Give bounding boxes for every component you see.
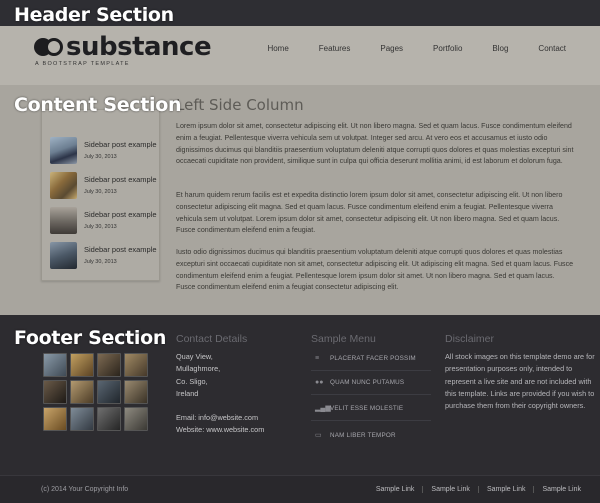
sidebar-post-title[interactable]: Sidebar post example bbox=[84, 245, 157, 254]
sidebar-post-title[interactable]: Sidebar post example bbox=[84, 175, 157, 184]
menu-item-label[interactable]: QUAM NUNC PUTAMUS bbox=[330, 379, 404, 386]
footer-section-label: Footer Section bbox=[14, 327, 167, 349]
gallery-thumbnail[interactable] bbox=[43, 407, 67, 431]
copyright-text: (c) 2014 Your Copyright Info bbox=[41, 486, 129, 493]
sidebar-post-title[interactable]: Sidebar post example bbox=[84, 140, 157, 149]
gallery-thumbnail[interactable] bbox=[97, 407, 121, 431]
footer-link[interactable]: Sample Link bbox=[477, 486, 534, 493]
menu-item[interactable]: ●● QUAM NUNC PUTAMUS bbox=[311, 374, 431, 395]
sidebar-post-thumbnail[interactable] bbox=[50, 207, 77, 234]
contact-email[interactable]: Email: info@website.com bbox=[176, 412, 264, 424]
sidebar-post-thumbnail[interactable] bbox=[50, 172, 77, 199]
sidebar-post-date: July 30, 2013 bbox=[84, 154, 117, 160]
gallery-thumbnail[interactable] bbox=[124, 353, 148, 377]
gallery-thumbnail[interactable] bbox=[70, 407, 94, 431]
nav-features[interactable]: Features bbox=[319, 44, 351, 53]
gallery-thumbnail[interactable] bbox=[70, 380, 94, 404]
sidebar-post[interactable]: Sidebar post example July 30, 2013 bbox=[50, 207, 160, 237]
sidebar: Sidebar post example July 30, 2013 Sideb… bbox=[41, 109, 160, 281]
nav-blog[interactable]: Blog bbox=[492, 44, 508, 53]
footer-link[interactable]: Sample Link bbox=[422, 486, 478, 493]
sidebar-post-thumbnail[interactable] bbox=[50, 242, 77, 269]
content-paragraph: Lorem ipsum dolor sit amet, consectetur … bbox=[176, 122, 574, 166]
sidebar-post[interactable]: Sidebar post example July 30, 2013 bbox=[50, 242, 160, 272]
sample-menu-heading: Sample Menu bbox=[311, 333, 376, 345]
footer-links: Sample Link Sample Link Sample Link Samp… bbox=[368, 486, 589, 493]
main-nav: Home Features Pages Portfolio Blog Conta… bbox=[267, 44, 566, 53]
nav-contact[interactable]: Contact bbox=[538, 44, 566, 53]
gallery-thumbnail[interactable] bbox=[70, 353, 94, 377]
menu-item[interactable]: ▭ NAM LIBER TEMPOR bbox=[311, 427, 431, 448]
menu-item[interactable]: ≡ PLACERAT FACER POSSIM bbox=[311, 350, 431, 371]
address-line: Ireland bbox=[176, 388, 199, 398]
content-section: Sidebar post example July 30, 2013 Sideb… bbox=[0, 85, 600, 315]
sidebar-post[interactable]: Sidebar post example July 30, 2013 bbox=[50, 172, 160, 202]
disclaimer-text: All stock images on this template demo a… bbox=[445, 352, 595, 411]
nav-pages[interactable]: Pages bbox=[380, 44, 403, 53]
logo-text: substance bbox=[66, 32, 212, 62]
content-paragraph: Iusto odio dignissimos ducimus qui bland… bbox=[176, 248, 574, 292]
page: substance A BOOTSTRAP TEMPLATE Home Feat… bbox=[0, 0, 600, 503]
menu-item[interactable]: ▂▄▆ VELIT ESSE MOLESTIE bbox=[311, 400, 431, 421]
footer-link[interactable]: Sample Link bbox=[533, 486, 589, 493]
gallery-thumbnail[interactable] bbox=[97, 353, 121, 377]
content-paragraph: Et harum quidem rerum facilis est et exp… bbox=[176, 191, 563, 235]
address-line: Quay View, bbox=[176, 352, 213, 361]
logo-tagline: A BOOTSTRAP TEMPLATE bbox=[35, 61, 130, 67]
header-section-label: Header Section bbox=[14, 4, 174, 26]
footer-link[interactable]: Sample Link bbox=[368, 486, 423, 493]
menu-item-label[interactable]: PLACERAT FACER POSSIM bbox=[330, 355, 416, 362]
contact-details-heading: Contact Details bbox=[176, 333, 248, 345]
nav-home[interactable]: Home bbox=[267, 44, 288, 53]
menu-item-label[interactable]: VELIT ESSE MOLESTIE bbox=[330, 405, 403, 412]
gallery-thumbnail[interactable] bbox=[124, 407, 148, 431]
nav-portfolio[interactable]: Portfolio bbox=[433, 44, 462, 53]
page-title: Left Side Column bbox=[176, 96, 304, 114]
sidebar-post[interactable]: Sidebar post example July 30, 2013 bbox=[50, 137, 160, 167]
list-icon: ≡ bbox=[315, 355, 320, 362]
users-icon: ●● bbox=[315, 379, 324, 386]
sidebar-post-date: July 30, 2013 bbox=[84, 259, 117, 265]
address-line: Co. Sligo, bbox=[176, 376, 208, 386]
sidebar-post-date: July 30, 2013 bbox=[84, 224, 117, 230]
footer-gallery bbox=[43, 353, 153, 431]
contact-website[interactable]: Website: www.website.com bbox=[176, 424, 264, 436]
sidebar-post-title[interactable]: Sidebar post example bbox=[84, 210, 157, 219]
gallery-thumbnail[interactable] bbox=[43, 380, 67, 404]
gallery-thumbnail[interactable] bbox=[124, 380, 148, 404]
gallery-thumbnail[interactable] bbox=[43, 353, 67, 377]
disclaimer-heading: Disclaimer bbox=[445, 333, 495, 345]
copyright-bar: (c) 2014 Your Copyright Info Sample Link… bbox=[0, 475, 600, 503]
sidebar-post-thumbnail[interactable] bbox=[50, 137, 77, 164]
bar-chart-icon: ▂▄▆ bbox=[315, 405, 331, 412]
gallery-thumbnail[interactable] bbox=[97, 380, 121, 404]
contact-details: Quay View, Mullaghmore, Co. Sligo, Irela… bbox=[176, 351, 264, 437]
address-line: Mullaghmore, bbox=[176, 364, 221, 374]
logo-circles-icon bbox=[34, 38, 64, 56]
chat-icon: ▭ bbox=[315, 432, 322, 439]
content-section-label: Content Section bbox=[14, 94, 182, 116]
sidebar-post-date: July 30, 2013 bbox=[84, 189, 117, 195]
menu-item-label[interactable]: NAM LIBER TEMPOR bbox=[330, 432, 396, 439]
